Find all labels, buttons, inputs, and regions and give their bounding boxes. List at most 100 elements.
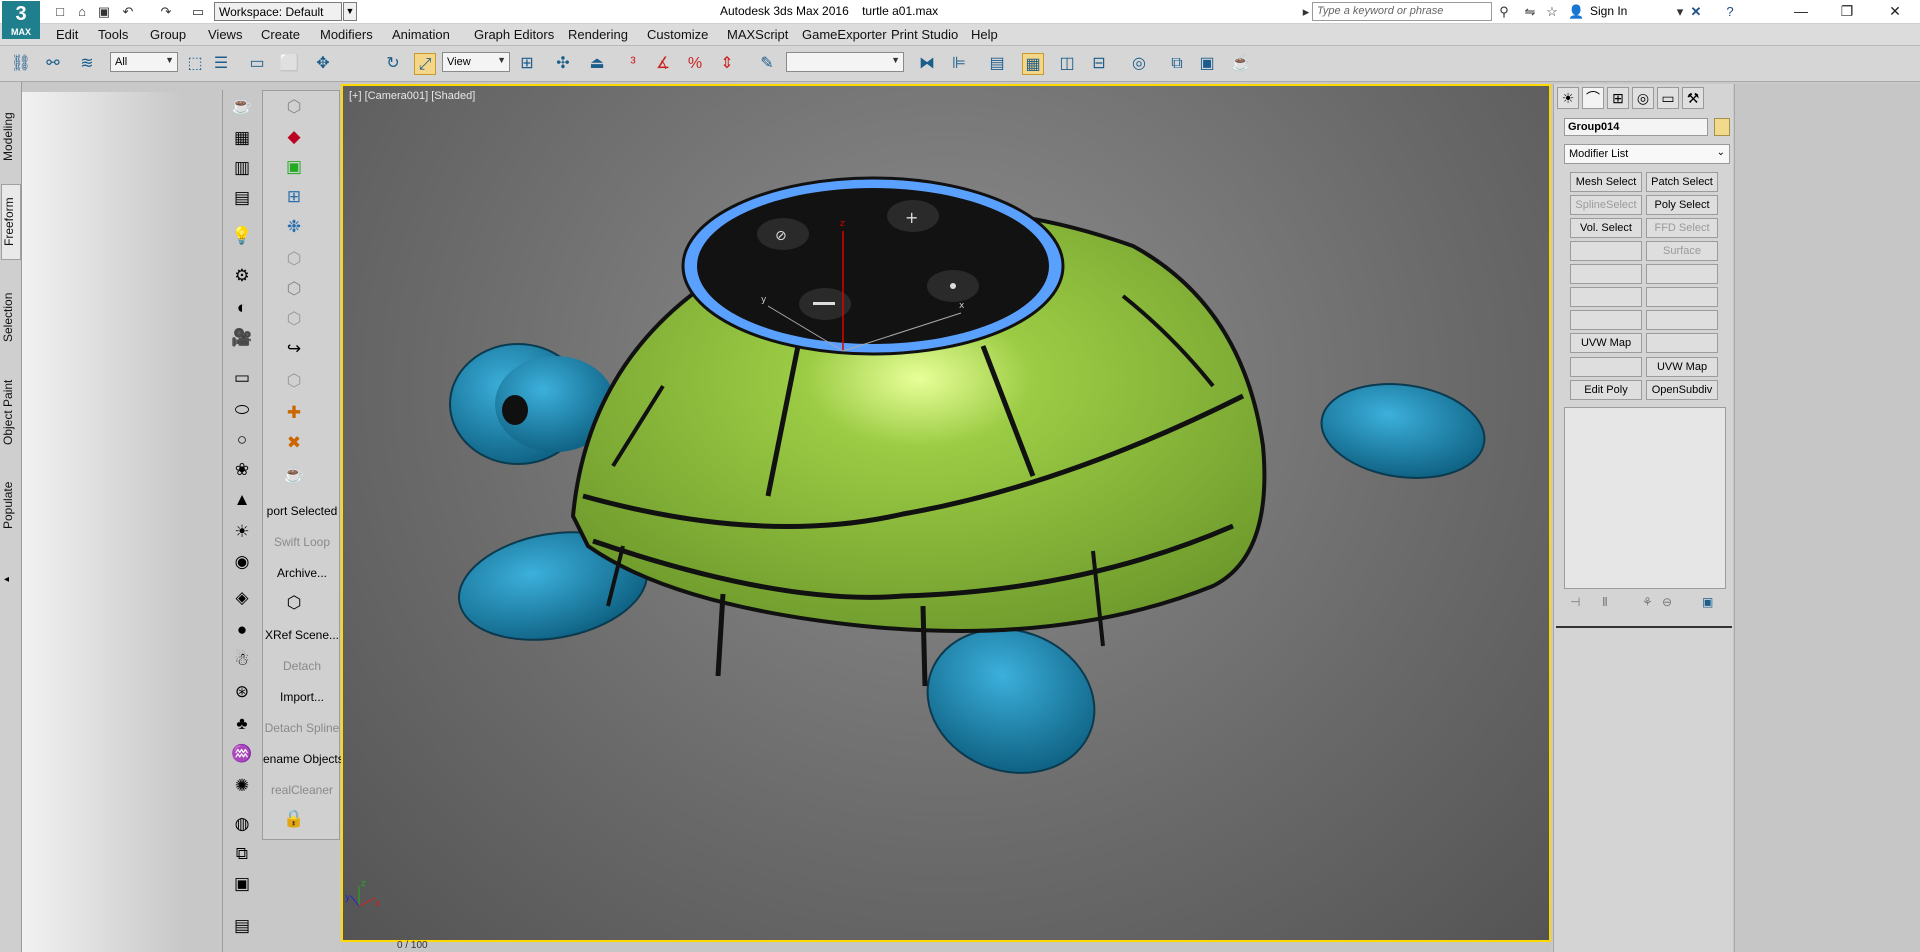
empty-modifier-button[interactable] — [1570, 287, 1642, 307]
grass-icon[interactable]: ♣ — [229, 712, 255, 736]
window-crossing-icon[interactable]: ⬜ — [278, 53, 300, 75]
percent-snap-icon[interactable]: % — [684, 53, 706, 75]
display-icon[interactable]: ▦ — [229, 126, 255, 150]
minimize-button[interactable]: — — [1778, 0, 1824, 24]
opensubdiv-button[interactable]: OpenSubdiv — [1646, 380, 1718, 400]
create-panel-tab[interactable]: ☀ — [1557, 87, 1579, 109]
patch-select-button[interactable]: Patch Select — [1646, 172, 1718, 192]
spline-select-button[interactable]: SplineSelect — [1570, 195, 1642, 215]
import-button[interactable]: Import... — [263, 690, 341, 704]
menu-animation[interactable]: Animation — [392, 27, 450, 42]
export-selected-button[interactable]: port Selected — [263, 504, 341, 518]
pivot-center-icon[interactable]: ⊞ — [516, 53, 538, 75]
layer-manager-icon[interactable]: ▤ — [986, 53, 1008, 75]
menu-edit[interactable]: Edit — [56, 27, 78, 42]
spinner-snap-icon[interactable]: ⇕ — [716, 53, 738, 75]
search-input[interactable]: Type a keyword or phrase — [1312, 2, 1492, 21]
redo-icon[interactable]: ↷ — [158, 4, 174, 20]
cube-light-icon[interactable]: ⬡ — [281, 307, 307, 331]
empty-modifier-button[interactable] — [1570, 310, 1642, 330]
help-icon[interactable]: ? — [1722, 4, 1738, 20]
uvw-map-button-2[interactable]: UVW Map — [1646, 357, 1718, 377]
render-frame-icon[interactable]: ▣ — [229, 872, 255, 896]
wire-box-icon[interactable]: ⬡ — [281, 591, 307, 615]
edit-poly-button[interactable]: Edit Poly — [1570, 380, 1642, 400]
mirror-icon[interactable]: ⧓ — [916, 53, 938, 75]
empty-modifier-button[interactable] — [1646, 310, 1718, 330]
restore-button[interactable]: ❐ — [1824, 0, 1870, 24]
tab-object-paint[interactable]: Object Paint — [1, 372, 21, 452]
batch-icon[interactable]: ⧉ — [229, 842, 255, 866]
favorites-star-icon[interactable]: ☆ — [1544, 4, 1560, 20]
sign-in-link[interactable]: Sign In — [1590, 4, 1627, 18]
undo-icon[interactable]: ↶ — [120, 4, 136, 20]
hair-icon[interactable]: ♒ — [229, 742, 255, 766]
helper-icon[interactable]: ◐ — [229, 296, 255, 320]
schematic-view-icon[interactable]: ⊟ — [1088, 53, 1110, 75]
empty-modifier-button[interactable] — [1646, 333, 1718, 353]
plane-icon[interactable]: ▭ — [229, 366, 255, 390]
orb-icon[interactable]: ◍ — [229, 812, 255, 836]
empty-modifier-button[interactable] — [1646, 287, 1718, 307]
rect-region-icon[interactable]: ▭ — [246, 53, 268, 75]
swift-loop-button[interactable]: Swift Loop — [263, 535, 341, 549]
configure-sets-icon[interactable]: ▣ — [1702, 595, 1713, 609]
mesh-select-button[interactable]: Mesh Select — [1570, 172, 1642, 192]
named-selection-select[interactable]: ▼ — [786, 52, 904, 72]
autodesk-x-icon[interactable]: ✕ — [1688, 4, 1704, 20]
manipulate-icon[interactable]: ✣ — [552, 53, 574, 75]
poly-select-button[interactable]: Poly Select — [1646, 195, 1718, 215]
binoculars-icon[interactable]: ⚲ — [1496, 4, 1512, 20]
align-icon[interactable]: ⊫ — [948, 53, 970, 75]
display-panel-tab[interactable]: ▭ — [1657, 87, 1679, 109]
surface-select-button[interactable]: Surface Select — [1646, 241, 1718, 275]
selection-filter-select[interactable]: All ▼ — [110, 52, 178, 72]
make-unique-icon[interactable]: ⚘ — [1642, 595, 1653, 609]
redirect-arrow-icon[interactable]: ↪ — [281, 337, 307, 361]
menu-group[interactable]: Group — [150, 27, 186, 42]
detach-button[interactable]: Detach — [263, 659, 341, 673]
open-file-icon[interactable]: ⌂ — [74, 4, 90, 20]
select-by-name-icon[interactable]: ☰ — [210, 53, 232, 75]
save-file-icon[interactable]: ▣ — [96, 4, 112, 20]
menu-help[interactable]: Help — [971, 27, 998, 42]
sun-icon[interactable]: ☀ — [229, 520, 255, 544]
camera-icon[interactable]: 🎥 — [229, 326, 255, 350]
render-setup-icon[interactable]: ⧉ — [1166, 53, 1188, 75]
menu-maxscript[interactable]: MAXScript — [727, 27, 788, 42]
bind-space-warp-icon[interactable]: ≋ — [76, 53, 98, 75]
empty-modifier-button[interactable] — [1570, 357, 1642, 377]
empty-modifier-button[interactable] — [1570, 264, 1642, 284]
workspace-select[interactable]: Workspace: Default — [214, 2, 342, 21]
unlink-icon[interactable]: ⚯ — [42, 53, 64, 75]
select-rotate-icon[interactable]: ↻ — [382, 53, 404, 75]
lock-icon[interactable]: 🔒 — [281, 807, 307, 831]
box-icon[interactable]: ◈ — [229, 586, 255, 610]
reference-coord-select[interactable]: View ▼ — [442, 52, 510, 72]
object-color-swatch[interactable] — [1714, 118, 1730, 136]
bone-icon[interactable]: ⚙ — [229, 264, 255, 288]
scene-explorer-icon[interactable]: ▦ — [1022, 53, 1044, 75]
geosphere-icon[interactable]: ❀ — [229, 458, 255, 482]
character-icon[interactable]: ☃ — [229, 648, 255, 672]
modifier-list-select[interactable]: Modifier List ⌄ — [1564, 144, 1730, 164]
modify-panel-tab[interactable]: ⌒ — [1582, 87, 1604, 109]
remove-modifier-icon[interactable]: ⊖ — [1662, 595, 1672, 609]
menu-tools[interactable]: Tools — [98, 27, 128, 42]
shape-icon[interactable]: ⬭ — [229, 398, 255, 422]
menu-views[interactable]: Views — [208, 27, 242, 42]
menu-graph-editors[interactable]: Graph Editors — [474, 27, 554, 42]
snaps-toggle-icon[interactable]: ³ — [622, 53, 644, 75]
add-object-icon[interactable]: ✚ — [281, 401, 307, 425]
tab-freeform[interactable]: Freeform — [1, 184, 21, 260]
detach-spline-button[interactable]: Detach Spline — [263, 721, 341, 735]
xref-scene-button[interactable]: XRef Scene... — [263, 628, 341, 642]
angle-snap-icon[interactable]: ∡ — [652, 53, 674, 75]
ffd-select-button[interactable]: FFD Select — [1646, 218, 1718, 238]
rename-objects-button[interactable]: ename Objects — [263, 752, 341, 766]
pin-stack-icon[interactable]: ⊣ — [1570, 595, 1580, 609]
uvw-map-button[interactable]: UVW Map — [1570, 333, 1642, 353]
tab-populate[interactable]: Populate — [1, 470, 21, 540]
select-move-icon[interactable]: ✥ — [312, 53, 334, 75]
dropdown-arrow-icon[interactable]: ▾ — [1672, 4, 1688, 20]
